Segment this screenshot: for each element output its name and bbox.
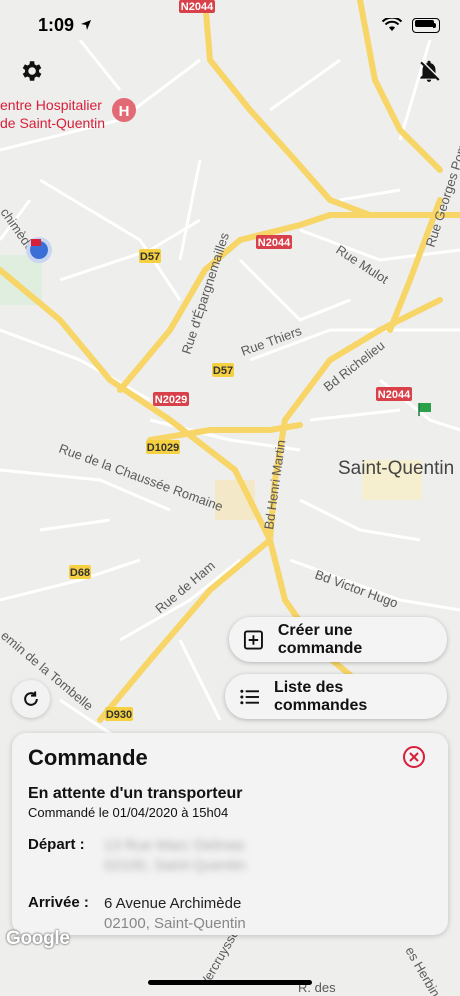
order-list-label: Liste des commandes [273,678,368,714]
create-order-button[interactable]: Créer une commande [229,617,447,662]
order-list-button[interactable]: Liste des commandes [225,674,447,719]
order-status: En attente d'un transporteur [28,785,243,802]
home-indicator [148,980,312,985]
road-badge-d57-a-text: D57 [140,251,160,263]
wifi-icon [382,18,402,31]
arrival-row: Arrivée : 6 Avenue Archimède 02100, Sain… [28,894,432,934]
location-arrow-icon [81,20,92,30]
hospital-label-1: entre Hospitalier [0,97,102,113]
status-bar: 1:09 [0,0,460,50]
departure-pin-icon[interactable] [26,237,52,263]
create-order-label: Créer une commande [277,621,363,657]
order-date: Commandé le 01/04/2020 à 15h04 [28,805,229,820]
hospital-marker-icon[interactable]: H [112,98,136,122]
add-square-icon [243,630,263,649]
departure-address-line1: 13 Rue Marc Delmas [104,837,245,854]
close-icon[interactable] [402,745,426,769]
departure-row: Départ : 13 Rue Marc Delmas 02100, Saint… [28,836,432,876]
road-badge-d930-text: D930 [106,709,132,721]
order-card-title: Commande [28,745,148,770]
order-card: Commande En attente d'un transporteur Co… [12,733,448,935]
road-badge-n2044-right-text: N2044 [378,389,411,401]
hospital-label-2: de Saint-Quentin [0,115,105,131]
refresh-icon [24,691,38,706]
road-badge-d68-text: D68 [70,567,90,579]
arrival-address-line1: 6 Avenue Archimède [104,895,242,912]
road-badge-n2029-text: N2029 [155,394,187,406]
battery-icon [412,17,440,33]
google-logo: Google [6,928,70,949]
road-badge-d57-b-text: D57 [213,365,233,377]
refresh-button[interactable] [12,680,50,718]
road-badge-n2044-mid-text: N2044 [258,237,291,249]
departure-address-line2: 02100, Saint-Quentin [104,857,246,874]
road-badge-d1029-text: D1029 [147,442,179,454]
departure-label: Départ : [28,836,85,853]
list-icon [240,689,259,704]
arrival-address-line2: 02100, Saint-Quentin [104,915,246,932]
notifications-off-icon[interactable] [414,56,444,86]
city-label: Saint-Quentin [338,458,454,479]
settings-gear-icon[interactable] [16,56,46,86]
svg-text:H: H [119,103,130,120]
status-time: 1:09 [38,14,75,35]
